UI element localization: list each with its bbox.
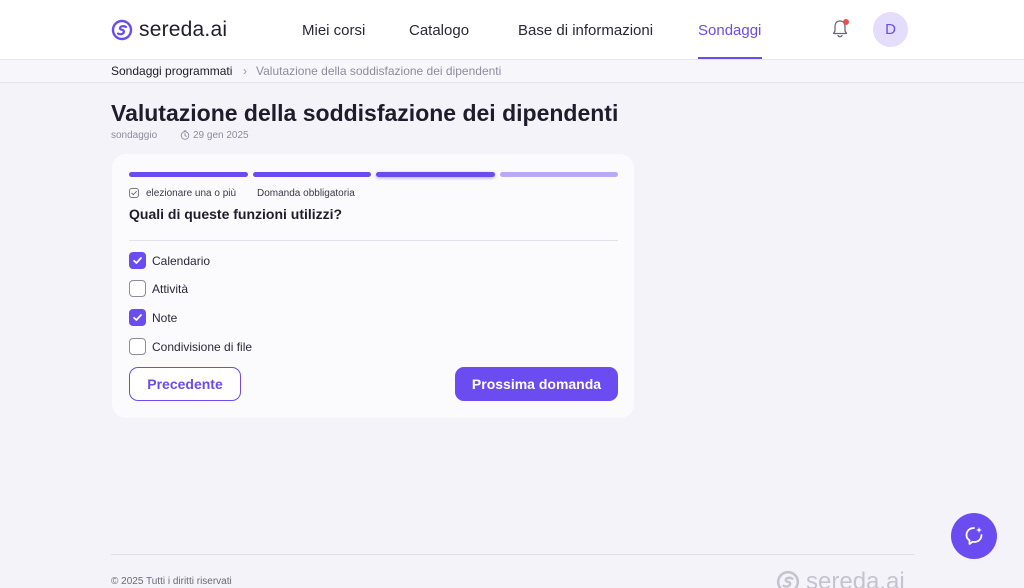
breadcrumb-separator-icon: › (243, 64, 247, 78)
ai-assistant-icon (965, 527, 983, 545)
footer-copyright: © 2025 Tutti i diritti riservati (111, 576, 232, 587)
brand-name: sereda.ai (139, 18, 228, 41)
option-checkbox[interactable] (129, 280, 146, 297)
progress-step-4 (499, 172, 618, 177)
option-label: Calendario (152, 253, 211, 268)
option-label: Note (152, 310, 178, 325)
question-text: Quali di queste funzioni utilizzi? (129, 206, 343, 222)
next-question-button[interactable]: Prossima domanda (455, 367, 618, 401)
progress-step-1 (129, 172, 248, 177)
option-note[interactable]: Note (129, 309, 177, 326)
option-label: Condivisione di file (152, 339, 253, 354)
progress-step-2 (252, 172, 371, 177)
required-hint: Domanda obbligatoria (257, 188, 355, 199)
progress-step-3 (376, 172, 495, 177)
option-checkbox[interactable] (129, 309, 146, 326)
nav-item-catalog[interactable]: Catalogo (409, 22, 469, 39)
nav-item-surveys[interactable]: Sondaggi (698, 22, 761, 39)
sereda-logo-icon (111, 19, 133, 41)
clock-icon (180, 130, 190, 140)
checkbox-hint-icon (129, 188, 139, 198)
footer-logo-text: sereda.ai (806, 568, 905, 588)
option-calendario[interactable]: Calendario (129, 252, 210, 269)
nav-item-knowledge-base[interactable]: Base di informazioni (518, 22, 653, 39)
option-label: Attività (152, 281, 189, 296)
survey-type-label: sondaggio (111, 130, 158, 141)
question-divider (129, 240, 618, 241)
survey-date: 29 gen 2025 (193, 130, 249, 141)
page-title: Valutazione della soddisfazione dei dipe… (111, 100, 619, 126)
user-avatar[interactable]: D (873, 12, 908, 47)
option-attivita[interactable]: Attività (129, 280, 188, 297)
option-checkbox[interactable] (129, 252, 146, 269)
nav-item-my-courses[interactable]: Miei corsi (302, 22, 365, 39)
footer-divider (111, 554, 914, 555)
active-nav-indicator (698, 57, 762, 59)
option-condivisione-di-file[interactable]: Condivisione di file (129, 338, 252, 355)
option-checkbox[interactable] (129, 338, 146, 355)
multi-select-hint: elezionare una o più (146, 188, 237, 199)
breadcrumb-parent-link[interactable]: Sondaggi programmati (111, 64, 232, 78)
breadcrumb-current: Valutazione della soddisfazione dei dipe… (256, 64, 502, 78)
sereda-logo-icon (776, 570, 800, 588)
ai-assistant-button[interactable] (951, 513, 997, 559)
previous-button[interactable]: Precedente (129, 367, 241, 401)
brand-logo[interactable]: sereda.ai (111, 18, 227, 42)
notification-dot (843, 19, 849, 25)
footer-logo: sereda.ai (776, 568, 905, 588)
